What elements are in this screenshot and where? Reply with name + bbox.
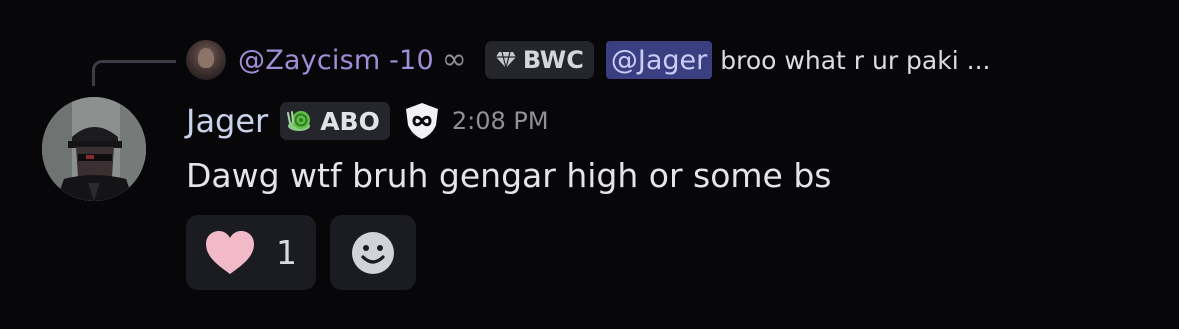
timestamp: 2:08 PM xyxy=(451,107,549,135)
heart-icon xyxy=(206,230,254,274)
reaction-count: 1 xyxy=(276,233,297,272)
reaction-heart[interactable]: 1 xyxy=(186,215,316,290)
infinity-shield-icon[interactable] xyxy=(402,101,442,141)
author-avatar[interactable] xyxy=(42,97,146,201)
reply-tag-label: BWC xyxy=(522,46,584,74)
reply-preview-text[interactable]: broo what r ur paki ... xyxy=(720,46,990,75)
reply-tag-chip[interactable]: BWC xyxy=(484,41,594,79)
reply-connector xyxy=(92,60,176,86)
gem-icon xyxy=(495,51,516,69)
snail-icon xyxy=(287,111,311,131)
reply-mention[interactable]: @Jager xyxy=(605,41,713,79)
message-header: Jager ABO 2:08 PM xyxy=(186,98,549,144)
avatar-image xyxy=(42,97,146,201)
author-name[interactable]: Jager xyxy=(186,102,268,140)
message-text: Dawg wtf bruh gengar high or some bs xyxy=(186,156,832,195)
role-label: ABO xyxy=(320,106,380,136)
smiley-icon xyxy=(352,231,394,274)
message-view: @Zaycism -10 ∞ BWC @Jager broo what r ur… xyxy=(0,0,1179,329)
reaction-bar: 1 xyxy=(186,215,416,290)
reply-avatar[interactable] xyxy=(186,40,226,80)
reply-username[interactable]: @Zaycism -10 xyxy=(238,45,434,76)
add-reaction-button[interactable] xyxy=(330,215,416,290)
reply-reference[interactable]: @Zaycism -10 ∞ BWC @Jager broo what r ur… xyxy=(186,38,990,82)
infinity-icon: ∞ xyxy=(441,42,467,77)
role-chip[interactable]: ABO xyxy=(280,102,390,140)
